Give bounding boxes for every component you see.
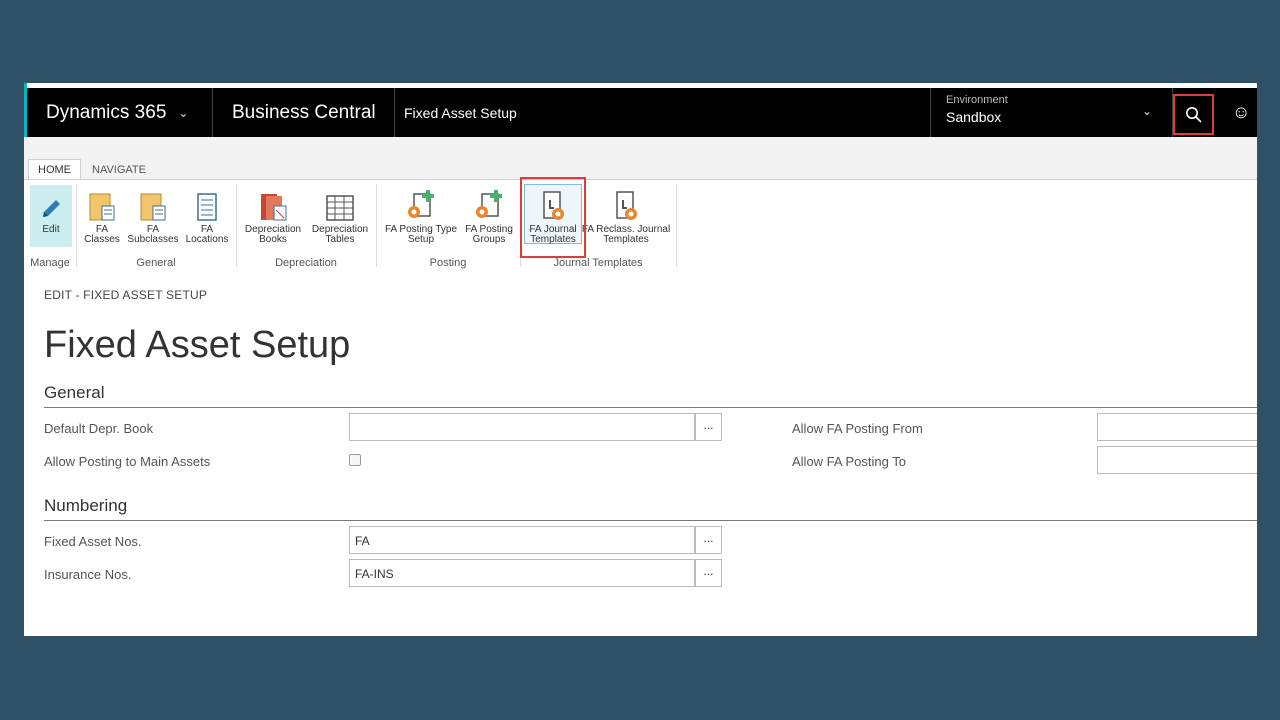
environment-value: Sandbox — [946, 109, 1002, 125]
environment-selector[interactable]: Environment Sandbox — [946, 94, 1008, 125]
fa-reclass-journal-templates-label-2: Templates — [603, 234, 649, 245]
fa-subclasses-label-2: Subclasses — [127, 234, 179, 245]
divider — [394, 88, 395, 137]
allow-fa-posting-from-field[interactable] — [1097, 413, 1257, 441]
chevron-down-icon: ⌄ — [178, 105, 189, 120]
ribbon-toolbar: Edit Manage FA Classes FA Subclasses FA … — [24, 179, 1257, 270]
insurance-nos-field[interactable]: FA-INS — [349, 559, 695, 587]
fa-subclasses-icon — [126, 188, 180, 222]
fa-posting-groups-button[interactable]: FA Posting Groups — [462, 188, 516, 245]
depreciation-books-icon — [242, 188, 304, 222]
search-button[interactable] — [1173, 94, 1214, 135]
insurance-nos-label: Insurance Nos. — [44, 567, 132, 582]
fa-locations-label-2: Locations — [185, 234, 229, 245]
depreciation-tables-button[interactable]: Depreciation Tables — [308, 188, 372, 245]
fa-posting-groups-label-2: Groups — [472, 234, 506, 245]
annotation-highlight-box — [520, 177, 586, 258]
fa-classes-button[interactable]: FA Classes — [84, 188, 120, 245]
fixed-asset-nos-label: Fixed Asset Nos. — [44, 534, 142, 549]
section-divider — [44, 407, 1257, 408]
app-name[interactable]: Business Central — [232, 88, 376, 137]
feedback-smiley-icon[interactable]: ☺ — [1232, 102, 1250, 123]
group-divider — [236, 184, 237, 267]
default-depr-book-lookup-button[interactable]: ... — [695, 413, 722, 441]
environment-label: Environment — [946, 94, 1008, 106]
allow-posting-main-assets-label: Allow Posting to Main Assets — [44, 454, 211, 469]
tab-home[interactable]: HOME — [28, 159, 81, 180]
fa-classes-icon — [84, 188, 120, 222]
fa-posting-type-setup-label-2: Setup — [407, 234, 435, 245]
breadcrumb: EDIT - FIXED ASSET SETUP — [44, 288, 208, 302]
fixed-asset-nos-field[interactable]: FA — [349, 526, 695, 554]
section-heading-numbering[interactable]: Numbering — [44, 496, 127, 516]
group-divider — [376, 184, 377, 267]
depreciation-tables-label-2: Tables — [325, 234, 355, 245]
fixed-asset-nos-lookup-button[interactable]: ... — [695, 526, 722, 554]
edit-button[interactable]: Edit — [30, 185, 72, 247]
fa-locations-icon — [184, 188, 230, 222]
allow-fa-posting-from-label: Allow FA Posting From — [792, 421, 923, 436]
chevron-down-icon[interactable]: ⌄ — [1142, 104, 1152, 118]
fa-locations-button[interactable]: FA Locations — [184, 188, 230, 245]
fa-posting-type-setup-icon — [382, 188, 460, 222]
default-depr-book-label: Default Depr. Book — [44, 421, 154, 436]
allow-posting-main-assets-checkbox[interactable] — [349, 454, 361, 466]
depreciation-books-label-2: Books — [259, 234, 287, 245]
depreciation-books-button[interactable]: Depreciation Books — [242, 188, 304, 245]
edit-label: Edit — [42, 224, 60, 235]
group-label-depreciation: Depreciation — [275, 257, 337, 269]
divider — [212, 88, 213, 137]
group-divider — [676, 184, 677, 267]
section-divider — [44, 520, 1257, 521]
group-divider — [76, 184, 77, 267]
app-window: Dynamics 365 ⌄ Business Central Fixed As… — [24, 83, 1257, 636]
search-icon — [1185, 106, 1202, 123]
depreciation-tables-icon — [308, 188, 372, 222]
group-label-journal-templates: Journal Templates — [553, 257, 643, 269]
default-depr-book-field[interactable] — [349, 413, 695, 441]
brand-menu[interactable]: Dynamics 365 ⌄ — [46, 88, 188, 137]
group-label-general: General — [136, 257, 176, 269]
group-label-manage: Manage — [30, 257, 70, 269]
pencil-icon — [30, 188, 72, 222]
fa-posting-type-setup-button[interactable]: FA Posting Type Setup — [382, 188, 460, 245]
page-title: Fixed Asset Setup — [44, 324, 351, 366]
divider — [930, 88, 931, 137]
insurance-nos-lookup-button[interactable]: ... — [695, 559, 722, 587]
brand-label: Dynamics 365 — [46, 101, 167, 123]
allow-fa-posting-to-field[interactable] — [1097, 446, 1257, 474]
tab-navigate[interactable]: NAVIGATE — [83, 159, 155, 180]
allow-fa-posting-to-label: Allow FA Posting To — [792, 454, 906, 469]
group-label-posting: Posting — [429, 257, 467, 269]
current-page-name: Fixed Asset Setup — [404, 104, 517, 121]
fa-reclass-journal-templates-icon — [580, 188, 672, 222]
fa-posting-groups-icon — [462, 188, 516, 222]
action-ribbon: HOME NAVIGATE Edit Manage FA Classes FA … — [24, 137, 1257, 270]
top-nav-bar: Dynamics 365 ⌄ Business Central Fixed As… — [24, 88, 1257, 137]
fa-classes-label-2: Classes — [84, 234, 120, 245]
fa-reclass-journal-templates-button[interactable]: FA Reclass. Journal Templates — [580, 188, 672, 245]
fa-subclasses-button[interactable]: FA Subclasses — [126, 188, 180, 245]
section-heading-general[interactable]: General — [44, 383, 104, 403]
